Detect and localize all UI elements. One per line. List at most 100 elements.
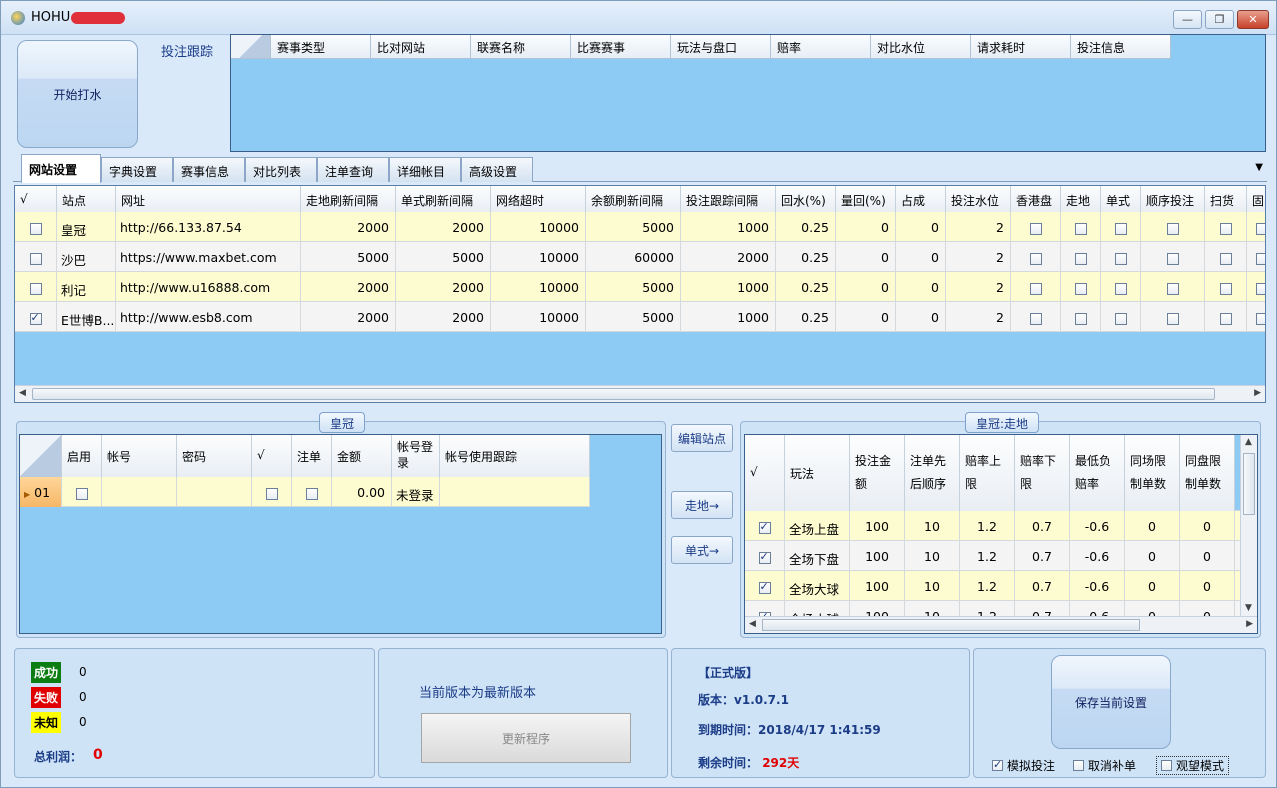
row-checkbox[interactable] <box>1029 252 1042 265</box>
col-header[interactable]: 占成 <box>896 186 946 212</box>
lower-cell[interactable]: 0.7 <box>1015 541 1070 571</box>
live-cell[interactable]: 2000 <box>301 302 396 332</box>
start-button[interactable]: 开始打水 <box>17 40 138 148</box>
checkbox-cell[interactable] <box>745 511 785 541</box>
col-header[interactable]: 余额刷新间隔 <box>586 186 681 212</box>
cancel-refill-option[interactable]: 取消补单 <box>1073 757 1136 774</box>
rebate-cell[interactable]: 0.25 <box>776 212 836 242</box>
track-cell[interactable]: 1000 <box>681 212 776 242</box>
same_line-cell[interactable]: 0 <box>1180 541 1235 571</box>
checkbox-cell[interactable] <box>1205 302 1247 332</box>
col-header[interactable]: 网络超时 <box>491 186 586 212</box>
row-checkbox[interactable] <box>1029 312 1042 325</box>
row-checkbox[interactable] <box>1219 312 1232 325</box>
col-header[interactable]: 网址 <box>116 186 301 212</box>
simulate-bet-checkbox[interactable] <box>992 758 1003 771</box>
bet-tracking-grid[interactable]: 赛事类型 比对网站 联赛名称 比赛赛事 玩法与盘口 赔率 对比水位 请求耗时 投… <box>230 34 1266 152</box>
usage-track-cell[interactable] <box>440 477 590 507</box>
tab-detail-accounts[interactable]: 详细帐目 <box>389 157 461 182</box>
login-status-cell[interactable]: 未登录 <box>392 477 440 507</box>
scroll-thumb[interactable] <box>1243 453 1255 515</box>
col-header[interactable]: 投注跟踪间隔 <box>681 186 776 212</box>
water-cell[interactable]: 2 <box>946 242 1011 272</box>
track-cell[interactable]: 1000 <box>681 272 776 302</box>
tab-advanced[interactable]: 高级设置 <box>461 157 533 182</box>
upper-cell[interactable]: 1.2 <box>960 541 1015 571</box>
col-header[interactable]: 联赛名称 <box>471 35 571 59</box>
bet-cell[interactable] <box>292 477 332 507</box>
checkbox-cell[interactable] <box>1205 272 1247 302</box>
col-header[interactable]: 启用 <box>62 435 102 477</box>
row-checkbox[interactable] <box>1074 282 1087 295</box>
close-button[interactable]: ✕ <box>1237 10 1269 29</box>
lower-cell[interactable]: 0.7 <box>1015 571 1070 601</box>
col-header[interactable]: 金额 <box>332 435 392 477</box>
account-cell[interactable] <box>102 477 177 507</box>
water-cell[interactable]: 2 <box>946 272 1011 302</box>
row-checkbox[interactable] <box>1114 222 1127 235</box>
tab-bet-query[interactable]: 注单查询 <box>317 157 389 182</box>
same_match-cell[interactable]: 0 <box>1125 571 1180 601</box>
tab-match-info[interactable]: 赛事信息 <box>173 157 245 182</box>
row-checkbox[interactable] <box>758 550 771 564</box>
tab-compare-list[interactable]: 对比列表 <box>245 157 317 182</box>
col-header[interactable]: 帐号使用跟踪 <box>440 435 590 477</box>
col-header[interactable]: √ <box>15 186 57 212</box>
name-cell[interactable]: 全场大球 <box>785 571 850 601</box>
same_line-cell[interactable]: 0 <box>1180 571 1235 601</box>
row-checkbox[interactable] <box>1219 222 1232 235</box>
col-header[interactable]: 注单先后顺序 <box>905 435 960 511</box>
scroll-left-icon[interactable]: ◀ <box>749 619 756 629</box>
col-header[interactable]: 香港盘 <box>1011 186 1061 212</box>
checkbox-cell[interactable] <box>745 571 785 601</box>
password-cell[interactable] <box>177 477 252 507</box>
url-cell[interactable]: http://www.u16888.com <box>116 272 301 302</box>
live-cell[interactable]: 5000 <box>301 242 396 272</box>
select-cell[interactable] <box>252 477 292 507</box>
timeout-cell[interactable]: 10000 <box>491 242 586 272</box>
col-header[interactable]: 回水(%) <box>776 186 836 212</box>
row-checkbox[interactable] <box>1029 282 1042 295</box>
col-header[interactable]: 赛事类型 <box>271 35 371 59</box>
rebate-cell[interactable]: 0.25 <box>776 242 836 272</box>
cancel-refill-checkbox[interactable] <box>1073 760 1084 771</box>
checkbox-cell[interactable] <box>1247 272 1265 302</box>
track-cell[interactable]: 1000 <box>681 302 776 332</box>
checkbox-cell[interactable] <box>15 272 57 302</box>
tab-dictionary[interactable]: 字典设置 <box>101 157 173 182</box>
col-header[interactable]: 玩法与盘口 <box>671 35 771 59</box>
row-checkbox[interactable] <box>1219 282 1232 295</box>
col-header[interactable]: √ <box>252 435 292 477</box>
order-cell[interactable]: 10 <box>905 571 960 601</box>
qty-cell[interactable]: 0 <box>836 302 896 332</box>
scroll-right-icon[interactable]: ▶ <box>1246 619 1253 629</box>
checkbox-cell[interactable] <box>15 302 57 332</box>
qty-cell[interactable]: 0 <box>836 242 896 272</box>
share-cell[interactable]: 0 <box>896 302 946 332</box>
name-cell[interactable]: 全场上盘 <box>785 511 850 541</box>
checkbox-cell[interactable] <box>1061 302 1101 332</box>
checkbox-cell[interactable] <box>1011 212 1061 242</box>
col-header[interactable]: 站点 <box>57 186 116 212</box>
table-row[interactable]: 沙巴 https://www.maxbet.com 5000 5000 10000 600… <box>15 242 1265 272</box>
col-header[interactable]: 同场限制单数 <box>1125 435 1180 511</box>
balance-cell[interactable]: 60000 <box>586 242 681 272</box>
single-cell[interactable]: 2000 <box>396 302 491 332</box>
minneg-cell[interactable]: -0.6 <box>1070 541 1125 571</box>
checkbox-cell[interactable] <box>1141 212 1205 242</box>
live-cell[interactable]: 2000 <box>301 272 396 302</box>
checkbox-cell[interactable] <box>1205 242 1247 272</box>
row-checkbox[interactable] <box>1166 222 1179 235</box>
checkbox-cell[interactable] <box>1247 302 1265 332</box>
row-checkbox[interactable] <box>1166 312 1179 325</box>
row-checkbox[interactable] <box>1166 282 1179 295</box>
save-settings-button[interactable]: 保存当前设置 <box>1051 655 1171 749</box>
checkbox-cell[interactable] <box>1101 212 1141 242</box>
enable-checkbox[interactable] <box>75 487 88 500</box>
table-row[interactable]: E世博B...http://www.esb8.com20002000100005… <box>15 302 1265 332</box>
update-button[interactable]: 更新程序 <box>421 713 631 763</box>
minneg-cell[interactable]: -0.6 <box>1070 571 1125 601</box>
row-checkbox[interactable] <box>1255 312 1265 325</box>
table-row[interactable]: 全场下盘100101.20.7-0.600 <box>745 541 1240 571</box>
maximize-button[interactable]: ❐ <box>1205 10 1234 29</box>
